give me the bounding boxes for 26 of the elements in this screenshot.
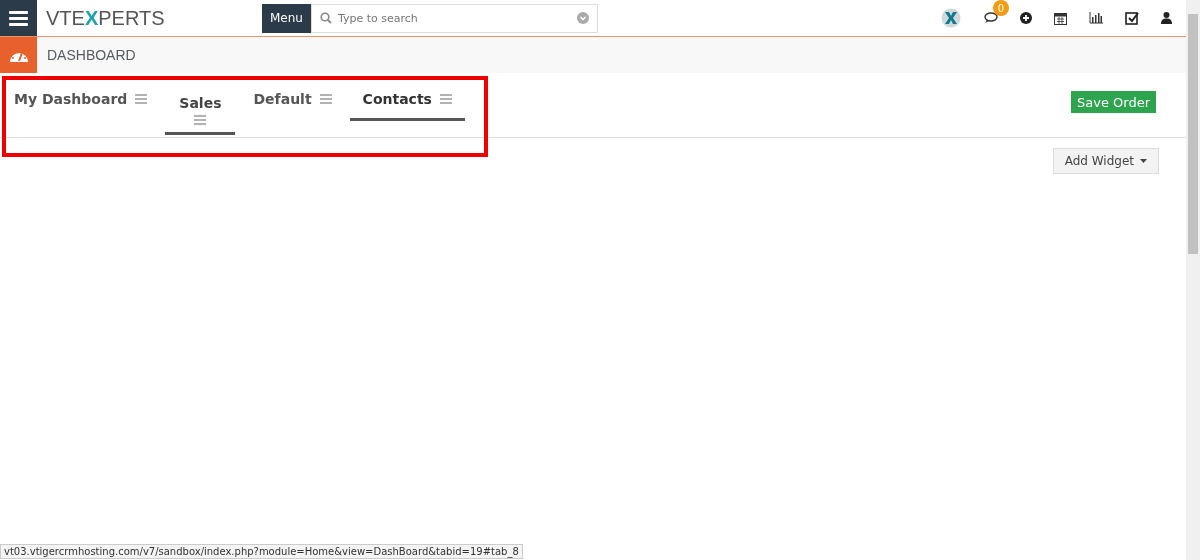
search-bar[interactable]: Type to search <box>310 3 598 33</box>
drag-handle-icon[interactable] <box>135 94 148 104</box>
dashboard-tab[interactable]: Sales <box>165 73 236 135</box>
drag-handle-icon[interactable] <box>439 94 452 104</box>
dashboard-tab[interactable]: Default <box>253 73 332 121</box>
plus-icon[interactable] <box>1020 12 1032 24</box>
scrollbar[interactable] <box>1186 0 1200 560</box>
calendar-icon[interactable] <box>1054 11 1067 25</box>
logo: VTEXPERTS <box>46 6 166 30</box>
drag-handle-icon[interactable] <box>319 94 332 104</box>
x-logo-icon[interactable] <box>940 8 962 28</box>
page-title: DASHBOARD <box>47 47 136 63</box>
status-bar-url: vt03.vtigercrmhosting.com/v7/sandbox/index.php?module=Home&view=DashBoard&tabid=19#tab_8 <box>0 544 523 559</box>
bar-chart-icon[interactable] <box>1089 12 1103 24</box>
menu-button[interactable]: Menu <box>262 3 311 33</box>
chat-icon[interactable] <box>984 12 998 24</box>
user-icon[interactable] <box>1161 12 1172 24</box>
drag-handle-icon[interactable] <box>194 115 207 125</box>
dashboard-tab[interactable]: My Dashboard <box>14 73 148 121</box>
menu-icon[interactable] <box>0 0 37 36</box>
add-widget-button[interactable]: Add Widget <box>1052 148 1159 174</box>
notification-badge: 0 <box>993 0 1009 16</box>
caret-icon <box>1140 159 1147 163</box>
search-icon <box>319 12 332 24</box>
checkbox-icon[interactable] <box>1125 11 1139 25</box>
dashboard-tab[interactable]: Contacts <box>349 73 465 121</box>
